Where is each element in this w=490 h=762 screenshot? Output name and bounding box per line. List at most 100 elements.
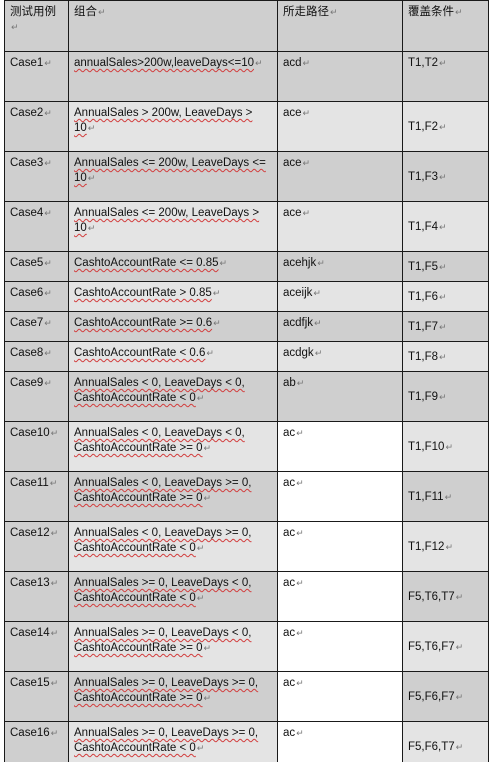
table-row: Case12↵ AnnualSales < 0, LeaveDays >= 0,… bbox=[4, 521, 489, 572]
cover-cell[interactable]: F5,F6,T7↵ bbox=[402, 721, 489, 762]
header-cell-combo[interactable]: 组合↵ bbox=[68, 0, 278, 52]
paragraph-mark-icon: ↵ bbox=[196, 393, 205, 403]
case-cell[interactable]: Case16↵ bbox=[4, 721, 69, 762]
paragraph-mark-icon: ↵ bbox=[296, 378, 305, 388]
paragraph-mark-icon: ↵ bbox=[50, 628, 59, 638]
path-cell[interactable]: ac↵ bbox=[277, 521, 403, 572]
cover-cell[interactable]: F5,F6,F7↵ bbox=[402, 671, 489, 722]
combo-cell[interactable]: AnnualSales >= 0, LeaveDays < 0, CashtoA… bbox=[68, 621, 278, 672]
cover-cell[interactable]: T1,F7↵ bbox=[402, 311, 489, 342]
path-cell[interactable]: ac↵ bbox=[277, 671, 403, 722]
cover-cell[interactable]: T1,F5↵ bbox=[402, 251, 489, 282]
cover-text: T1,F7 bbox=[408, 321, 439, 333]
case-cell[interactable]: Case3↵ bbox=[4, 151, 69, 202]
path-cell[interactable]: ace↵ bbox=[277, 201, 403, 252]
path-cell[interactable]: ace↵ bbox=[277, 101, 403, 152]
cover-cell[interactable]: T1,F9↵ bbox=[402, 371, 489, 422]
cover-cell[interactable]: T1,F11↵ bbox=[402, 471, 489, 522]
table-row: Case5↵ CashtoAccountRate <= 0.85↵ acehjk… bbox=[4, 251, 489, 282]
combo-cell[interactable]: CashtoAccountRate < 0.6↵ bbox=[68, 341, 278, 372]
paragraph-mark-icon: ↵ bbox=[87, 123, 96, 133]
header-cell-cover[interactable]: 覆盖条件↵ bbox=[402, 0, 489, 52]
combo-cell[interactable]: AnnualSales >= 0, LeaveDays >= 0, Cashto… bbox=[68, 671, 278, 722]
cover-cell[interactable]: T1,F10↵ bbox=[402, 421, 489, 472]
cover-text: T1,F6 bbox=[408, 291, 439, 303]
case-cell[interactable]: Case10↵ bbox=[4, 421, 69, 472]
combo-cell[interactable]: annualSales>200w,leaveDays<=10↵ bbox=[68, 51, 278, 102]
path-cell[interactable]: aceijk↵ bbox=[277, 281, 403, 312]
case-cell[interactable]: Case15↵ bbox=[4, 671, 69, 722]
combo-cell[interactable]: AnnualSales < 0, LeaveDays >= 0, CashtoA… bbox=[68, 521, 278, 572]
combo-cell[interactable]: CashtoAccountRate > 0.85↵ bbox=[68, 281, 278, 312]
path-cell[interactable]: ac↵ bbox=[277, 621, 403, 672]
case-label: Case5 bbox=[10, 257, 44, 269]
paragraph-mark-icon: ↵ bbox=[296, 578, 304, 588]
case-cell[interactable]: Case1↵ bbox=[4, 51, 69, 102]
combo-cell[interactable]: AnnualSales >= 0, LeaveDays < 0, CashtoA… bbox=[68, 571, 278, 622]
cover-text: T1,F4 bbox=[408, 221, 439, 233]
path-cell[interactable]: ac↵ bbox=[277, 571, 403, 622]
case-label: Case15 bbox=[10, 677, 50, 689]
table-row: Case11↵ AnnualSales < 0, LeaveDays >= 0,… bbox=[4, 471, 489, 522]
case-cell[interactable]: Case8↵ bbox=[4, 341, 69, 372]
path-cell[interactable]: ac↵ bbox=[277, 721, 403, 762]
path-cell[interactable]: acdfjk↵ bbox=[277, 311, 403, 342]
combo-text: CashtoAccountRate >= 0.6 bbox=[74, 317, 213, 329]
header-cell-case[interactable]: 测试用例 ↵ bbox=[4, 0, 69, 52]
cover-text: T1,F10 bbox=[408, 441, 445, 453]
path-cell[interactable]: acdgk↵ bbox=[277, 341, 403, 372]
cover-text: F5,F6,F7 bbox=[408, 691, 455, 703]
cover-cell[interactable]: T1,F3↵ bbox=[402, 151, 489, 202]
cover-cell[interactable]: F5,T6,F7↵ bbox=[402, 621, 489, 672]
header-label-path: 所走路径 bbox=[283, 6, 329, 18]
path-cell[interactable]: ab↵ bbox=[277, 371, 403, 422]
cover-cell[interactable]: T1,F4↵ bbox=[402, 201, 489, 252]
cover-cell[interactable]: T1,F12↵ bbox=[402, 521, 489, 572]
cover-cell[interactable]: T1,F8↵ bbox=[402, 341, 489, 372]
case-cell[interactable]: Case5↵ bbox=[4, 251, 69, 282]
case-cell[interactable]: Case12↵ bbox=[4, 521, 69, 572]
case-label: Case13 bbox=[10, 577, 50, 589]
case-cell[interactable]: Case11↵ bbox=[4, 471, 69, 522]
combo-cell[interactable]: CashtoAccountRate <= 0.85↵ bbox=[68, 251, 278, 282]
combo-cell[interactable]: AnnualSales <= 200w, LeaveDays > 10↵ bbox=[68, 201, 278, 252]
combo-cell[interactable]: AnnualSales <= 200w, LeaveDays <= 10↵ bbox=[68, 151, 278, 202]
case-cell[interactable]: Case14↵ bbox=[4, 621, 69, 672]
paragraph-mark-icon: ↵ bbox=[439, 392, 447, 402]
case-cell[interactable]: Case13↵ bbox=[4, 571, 69, 622]
cover-cell[interactable]: T1,F2↵ bbox=[402, 101, 489, 152]
combo-cell[interactable]: AnnualSales < 0, LeaveDays < 0, CashtoAc… bbox=[68, 421, 278, 472]
paragraph-mark-icon: ↵ bbox=[196, 543, 205, 553]
cover-text: F5,F6,T7 bbox=[408, 741, 455, 753]
cover-cell[interactable]: F5,T6,T7↵ bbox=[402, 571, 489, 622]
path-cell[interactable]: acd↵ bbox=[277, 51, 403, 102]
combo-cell[interactable]: AnnualSales < 0, LeaveDays < 0, CashtoAc… bbox=[68, 371, 278, 422]
path-cell[interactable]: ace↵ bbox=[277, 151, 403, 202]
combo-cell[interactable]: CashtoAccountRate >= 0.6↵ bbox=[68, 311, 278, 342]
combo-text: AnnualSales > 200w, LeaveDays > 10 bbox=[74, 107, 253, 134]
path-cell[interactable]: acehjk↵ bbox=[277, 251, 403, 282]
case-cell[interactable]: Case2↵ bbox=[4, 101, 69, 152]
combo-cell[interactable]: AnnualSales >= 0, LeaveDays >= 0, Cashto… bbox=[68, 721, 278, 762]
combo-text: AnnualSales < 0, LeaveDays >= 0, CashtoA… bbox=[74, 527, 252, 554]
combo-cell[interactable]: AnnualSales > 200w, LeaveDays > 10↵ bbox=[68, 101, 278, 152]
combo-cell[interactable]: AnnualSales < 0, LeaveDays >= 0, CashtoA… bbox=[68, 471, 278, 522]
path-text: ace bbox=[283, 157, 302, 169]
table-row: Case15↵ AnnualSales >= 0, LeaveDays >= 0… bbox=[4, 671, 489, 722]
paragraph-mark-icon: ↵ bbox=[439, 222, 447, 232]
case-cell[interactable]: Case4↵ bbox=[4, 201, 69, 252]
path-cell[interactable]: ac↵ bbox=[277, 471, 403, 522]
paragraph-mark-icon: ↵ bbox=[444, 492, 453, 502]
cover-cell[interactable]: T1,F6↵ bbox=[402, 281, 489, 312]
case-cell[interactable]: Case9↵ bbox=[4, 371, 69, 422]
case-cell[interactable]: Case7↵ bbox=[4, 311, 69, 342]
case-label: Case9 bbox=[10, 377, 44, 389]
combo-text: AnnualSales >= 0, LeaveDays < 0, CashtoA… bbox=[74, 577, 252, 604]
cover-cell[interactable]: T1,T2↵ bbox=[402, 51, 489, 102]
header-cell-path[interactable]: 所走路径↵ bbox=[277, 0, 403, 52]
paragraph-mark-icon: ↵ bbox=[439, 262, 447, 272]
paragraph-mark-icon: ↵ bbox=[439, 322, 447, 332]
case-cell[interactable]: Case6↵ bbox=[4, 281, 69, 312]
path-cell[interactable]: ac↵ bbox=[277, 421, 403, 472]
cover-text: T1,F2 bbox=[408, 121, 439, 133]
